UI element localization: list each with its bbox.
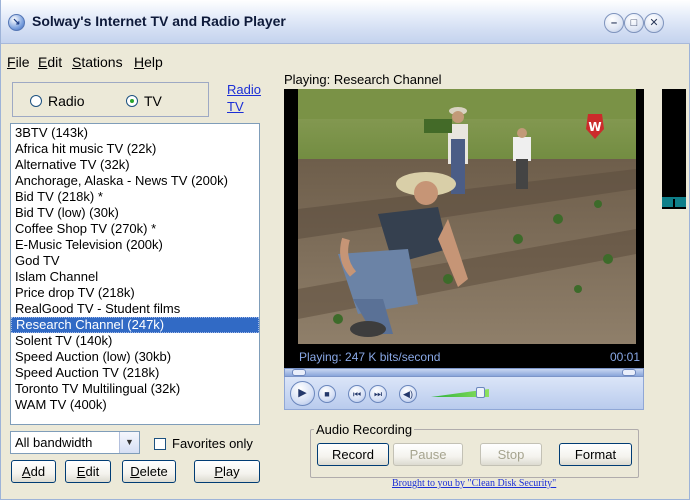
radio-checked-icon [126, 95, 138, 107]
station-list-item[interactable]: Alternative TV (32k) [11, 157, 259, 173]
player-controls: ▶ ■ ⏮ ⏭ ◀) [284, 377, 644, 410]
station-list-item[interactable]: Bid TV (low) (30k) [11, 205, 259, 221]
speaker-icon: ◀) [403, 389, 413, 399]
window-title: Solway's Internet TV and Radio Player [32, 13, 286, 29]
station-list-item[interactable]: WAM TV (400k) [11, 397, 259, 413]
station-list-item[interactable]: Coffee Shop TV (270k) * [11, 221, 259, 237]
stop-button[interactable]: Stop [480, 443, 542, 466]
station-list-item[interactable]: Speed Auction TV (218k) [11, 365, 259, 381]
mode-radio-group: Radio TV [12, 82, 209, 117]
play-button[interactable]: Play [194, 460, 260, 483]
station-list-item[interactable]: Speed Auction (low) (30kb) [11, 349, 259, 365]
station-list-item[interactable]: Solent TV (140k) [11, 333, 259, 349]
edit-button[interactable]: Edit [65, 460, 111, 483]
app-window: ↘ Solway's Internet TV and Radio Player … [0, 0, 690, 500]
seek-left-handle[interactable] [292, 369, 306, 376]
station-list-item[interactable]: Anchorage, Alaska - News TV (200k) [11, 173, 259, 189]
station-list-item[interactable]: 3BTV (143k) [11, 125, 259, 141]
minimize-button[interactable]: – [604, 13, 624, 33]
station-list-item[interactable]: Africa hit music TV (22k) [11, 141, 259, 157]
station-list[interactable]: 3BTV (143k) Africa hit music TV (22k) Alte… [10, 123, 260, 425]
audio-level-meter [662, 89, 686, 209]
bandwidth-select[interactable]: All bandwidth ▼ [10, 431, 140, 454]
radio-option-radio[interactable]: Radio [30, 93, 85, 109]
previous-button[interactable]: ⏮ [348, 385, 366, 403]
tv-link[interactable]: TV [227, 99, 244, 114]
station-list-item[interactable]: Islam Channel [11, 269, 259, 285]
station-list-item[interactable]: Bid TV (218k) * [11, 189, 259, 205]
station-list-item[interactable]: Toronto TV Multilingual (32k) [11, 381, 259, 397]
station-list-item[interactable]: Price drop TV (218k) [11, 285, 259, 301]
meter-divider [673, 199, 675, 207]
radio-link[interactable]: Radio [227, 82, 261, 97]
video-frame-image: W [298, 89, 636, 344]
stop-playback-button[interactable]: ■ [318, 385, 336, 403]
video-frame: W [298, 89, 636, 344]
audio-recording-label: Audio Recording [314, 422, 415, 437]
format-button[interactable]: Format [559, 443, 632, 466]
credit-link[interactable]: Brought to you by "Clean Disk Security" [392, 478, 556, 489]
maximize-icon: □ [630, 17, 638, 29]
volume-thumb[interactable] [476, 387, 485, 398]
next-icon: ⏭ [373, 389, 383, 399]
play-pause-button[interactable]: ▶ [290, 381, 315, 406]
radio-unchecked-icon [30, 95, 42, 107]
checkbox-unchecked-icon [154, 437, 166, 450]
video-status-bar: Playing: 247 K bits/second 00:01 [284, 347, 644, 367]
menu-help[interactable]: Help [134, 54, 163, 70]
chevron-down-icon[interactable]: ▼ [119, 432, 139, 453]
close-button[interactable]: ✕ [644, 13, 664, 33]
maximize-button[interactable]: □ [624, 13, 644, 33]
station-list-item[interactable]: E-Music Television (200k) [11, 237, 259, 253]
delete-button[interactable]: Delete [122, 460, 176, 483]
seek-bar[interactable] [284, 368, 644, 377]
svg-text:W: W [588, 120, 601, 134]
menu-bar: File Edit Stations Help [1, 52, 690, 72]
record-button[interactable]: Record [317, 443, 389, 466]
bandwidth-value: All bandwidth [15, 435, 93, 450]
menu-file[interactable]: File [7, 54, 30, 70]
pause-button[interactable]: Pause [393, 443, 463, 466]
close-icon: ✕ [649, 17, 659, 29]
now-playing-label: Playing: Research Channel [284, 72, 442, 87]
previous-icon: ⏮ [352, 389, 362, 399]
mute-button[interactable]: ◀) [399, 385, 417, 403]
seek-right-handle[interactable] [622, 369, 636, 376]
menu-stations[interactable]: Stations [72, 54, 123, 70]
minimize-icon: – [610, 17, 618, 29]
menu-edit[interactable]: Edit [38, 54, 62, 70]
elapsed-time: 00:01 [609, 350, 640, 364]
stop-icon: ■ [324, 389, 330, 399]
bitrate-status: Playing: 247 K bits/second [299, 350, 441, 364]
radio-option-tv[interactable]: TV [126, 93, 162, 109]
add-button[interactable]: Add [11, 460, 56, 483]
app-icon[interactable]: ↘ [8, 14, 25, 31]
favorites-checkbox[interactable]: Favorites only [154, 436, 253, 451]
station-list-item[interactable]: RealGood TV - Student films [11, 301, 259, 317]
video-display[interactable]: W Playing: 247 K bits/second 00:01 [284, 89, 644, 368]
next-button[interactable]: ⏭ [369, 385, 387, 403]
station-list-item[interactable]: God TV [11, 253, 259, 269]
title-bar[interactable]: ↘ Solway's Internet TV and Radio Player … [1, 0, 690, 44]
station-list-item[interactable]: Research Channel (247k) [11, 317, 259, 333]
play-icon: ▶ [298, 387, 307, 399]
